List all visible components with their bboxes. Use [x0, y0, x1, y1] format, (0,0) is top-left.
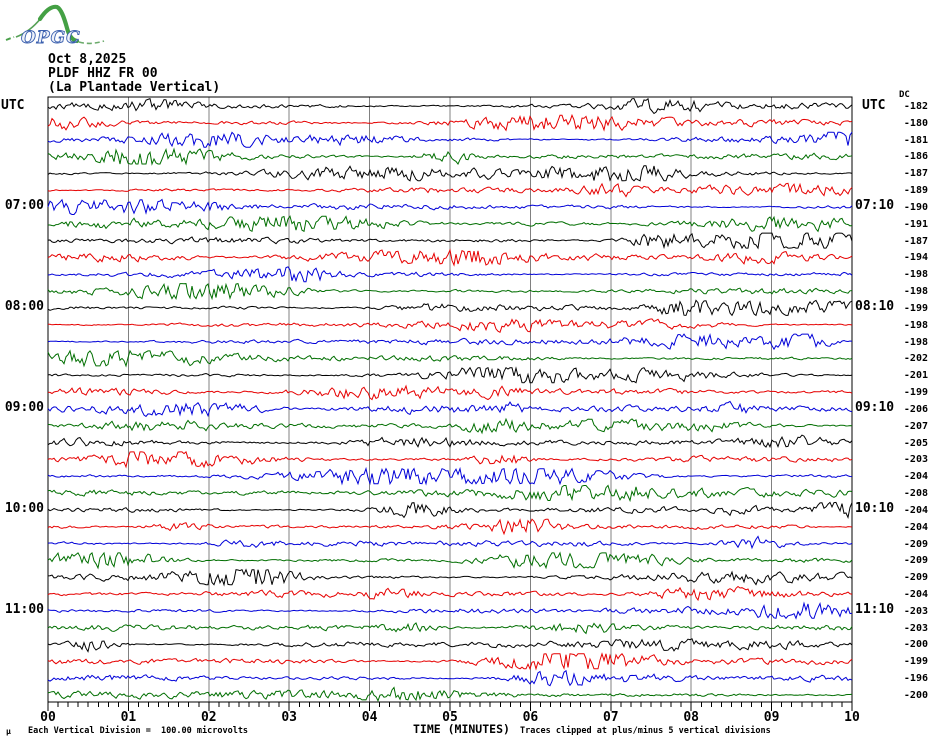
- dc-value-row-20: -207: [903, 420, 928, 432]
- dc-value-row-10: -194: [903, 252, 928, 264]
- dc-value-row-35: -196: [903, 673, 928, 685]
- x-tick-label-03: 03: [281, 710, 298, 725]
- dc-value-row-7: -190: [903, 201, 928, 213]
- dc-value-row-9: -187: [903, 235, 928, 247]
- x-tick-label-01: 01: [120, 710, 137, 725]
- x-tick-label-00: 00: [40, 710, 56, 725]
- dc-value-row-28: -209: [903, 555, 928, 567]
- dc-value-row-27: -209: [903, 538, 928, 550]
- dc-value-row-23: -204: [903, 471, 928, 483]
- dc-value-row-33: -200: [903, 639, 928, 651]
- dc-value-row-14: -198: [903, 319, 928, 331]
- hour-label-right-08:10: 08:10: [855, 298, 895, 314]
- dc-value-row-21: -205: [903, 437, 928, 449]
- helicorder-plot: [47, 96, 853, 711]
- dc-value-row-13: -199: [903, 302, 928, 314]
- dc-value-row-8: -191: [903, 218, 928, 230]
- dc-value-row-30: -204: [903, 589, 928, 600]
- scale-note: Each Vertical Division = 100.00 microvol…: [28, 726, 249, 736]
- x-tick-label-06: 06: [522, 710, 539, 725]
- hour-label-left-09:00: 09:00: [4, 399, 44, 415]
- hour-label-left-07:00: 07:00: [4, 197, 44, 213]
- dc-value-row-16: -202: [903, 353, 928, 365]
- x-tick-label-02: 02: [200, 710, 217, 725]
- dc-value-row-11: -198: [903, 269, 928, 281]
- dc-value-row-36: -200: [903, 689, 928, 701]
- dc-value-row-4: -186: [903, 151, 928, 163]
- dc-value-row-22: -203: [903, 454, 928, 466]
- dc-value-row-17: -201: [903, 370, 928, 382]
- hour-label-right-09:10: 09:10: [855, 399, 895, 415]
- hour-label-left-11:00: 11:00: [4, 601, 44, 617]
- dc-value-row-12: -198: [903, 286, 928, 298]
- hour-label-left-08:00: 08:00: [4, 298, 44, 314]
- dc-value-row-24: -208: [903, 488, 928, 500]
- clip-note: Traces clipped at plus/minus 5 vertical …: [520, 726, 771, 736]
- dc-value-row-26: -204: [903, 521, 928, 533]
- dc-value-row-2: -180: [903, 117, 928, 129]
- hour-label-right-07:10: 07:10: [855, 197, 895, 213]
- dc-value-row-32: -203: [903, 622, 928, 634]
- dc-value-row-3: -181: [903, 134, 928, 146]
- dc-value-row-29: -209: [903, 572, 928, 584]
- x-tick-label-08: 08: [683, 710, 700, 725]
- hour-label-right-11:10: 11:10: [855, 601, 895, 617]
- x-tick-label-04: 04: [361, 710, 378, 725]
- dc-value-row-15: -198: [903, 336, 928, 348]
- dc-value-row-1: -182: [903, 101, 928, 112]
- x-tick-label-07: 07: [602, 710, 619, 725]
- dc-value-row-18: -199: [903, 387, 928, 399]
- hour-label-left-10:00: 10:00: [4, 500, 44, 516]
- mu-mark: μ: [6, 727, 11, 736]
- dc-value-row-19: -206: [903, 403, 928, 415]
- dc-value-row-6: -189: [903, 185, 928, 197]
- dc-value-row-31: -203: [903, 605, 928, 617]
- x-tick-label-09: 09: [763, 710, 780, 725]
- dc-value-row-34: -199: [903, 656, 928, 668]
- helicorder-page: OPGC Oct 8,2025 PLDF HHZ FR 00 (La Plant…: [0, 0, 930, 744]
- dc-value-row-5: -187: [903, 168, 928, 180]
- x-tick-label-10: 10: [844, 710, 860, 725]
- dc-value-row-25: -204: [903, 504, 928, 516]
- x-tick-label-05: 05: [442, 710, 458, 725]
- hour-label-right-10:10: 10:10: [855, 500, 895, 516]
